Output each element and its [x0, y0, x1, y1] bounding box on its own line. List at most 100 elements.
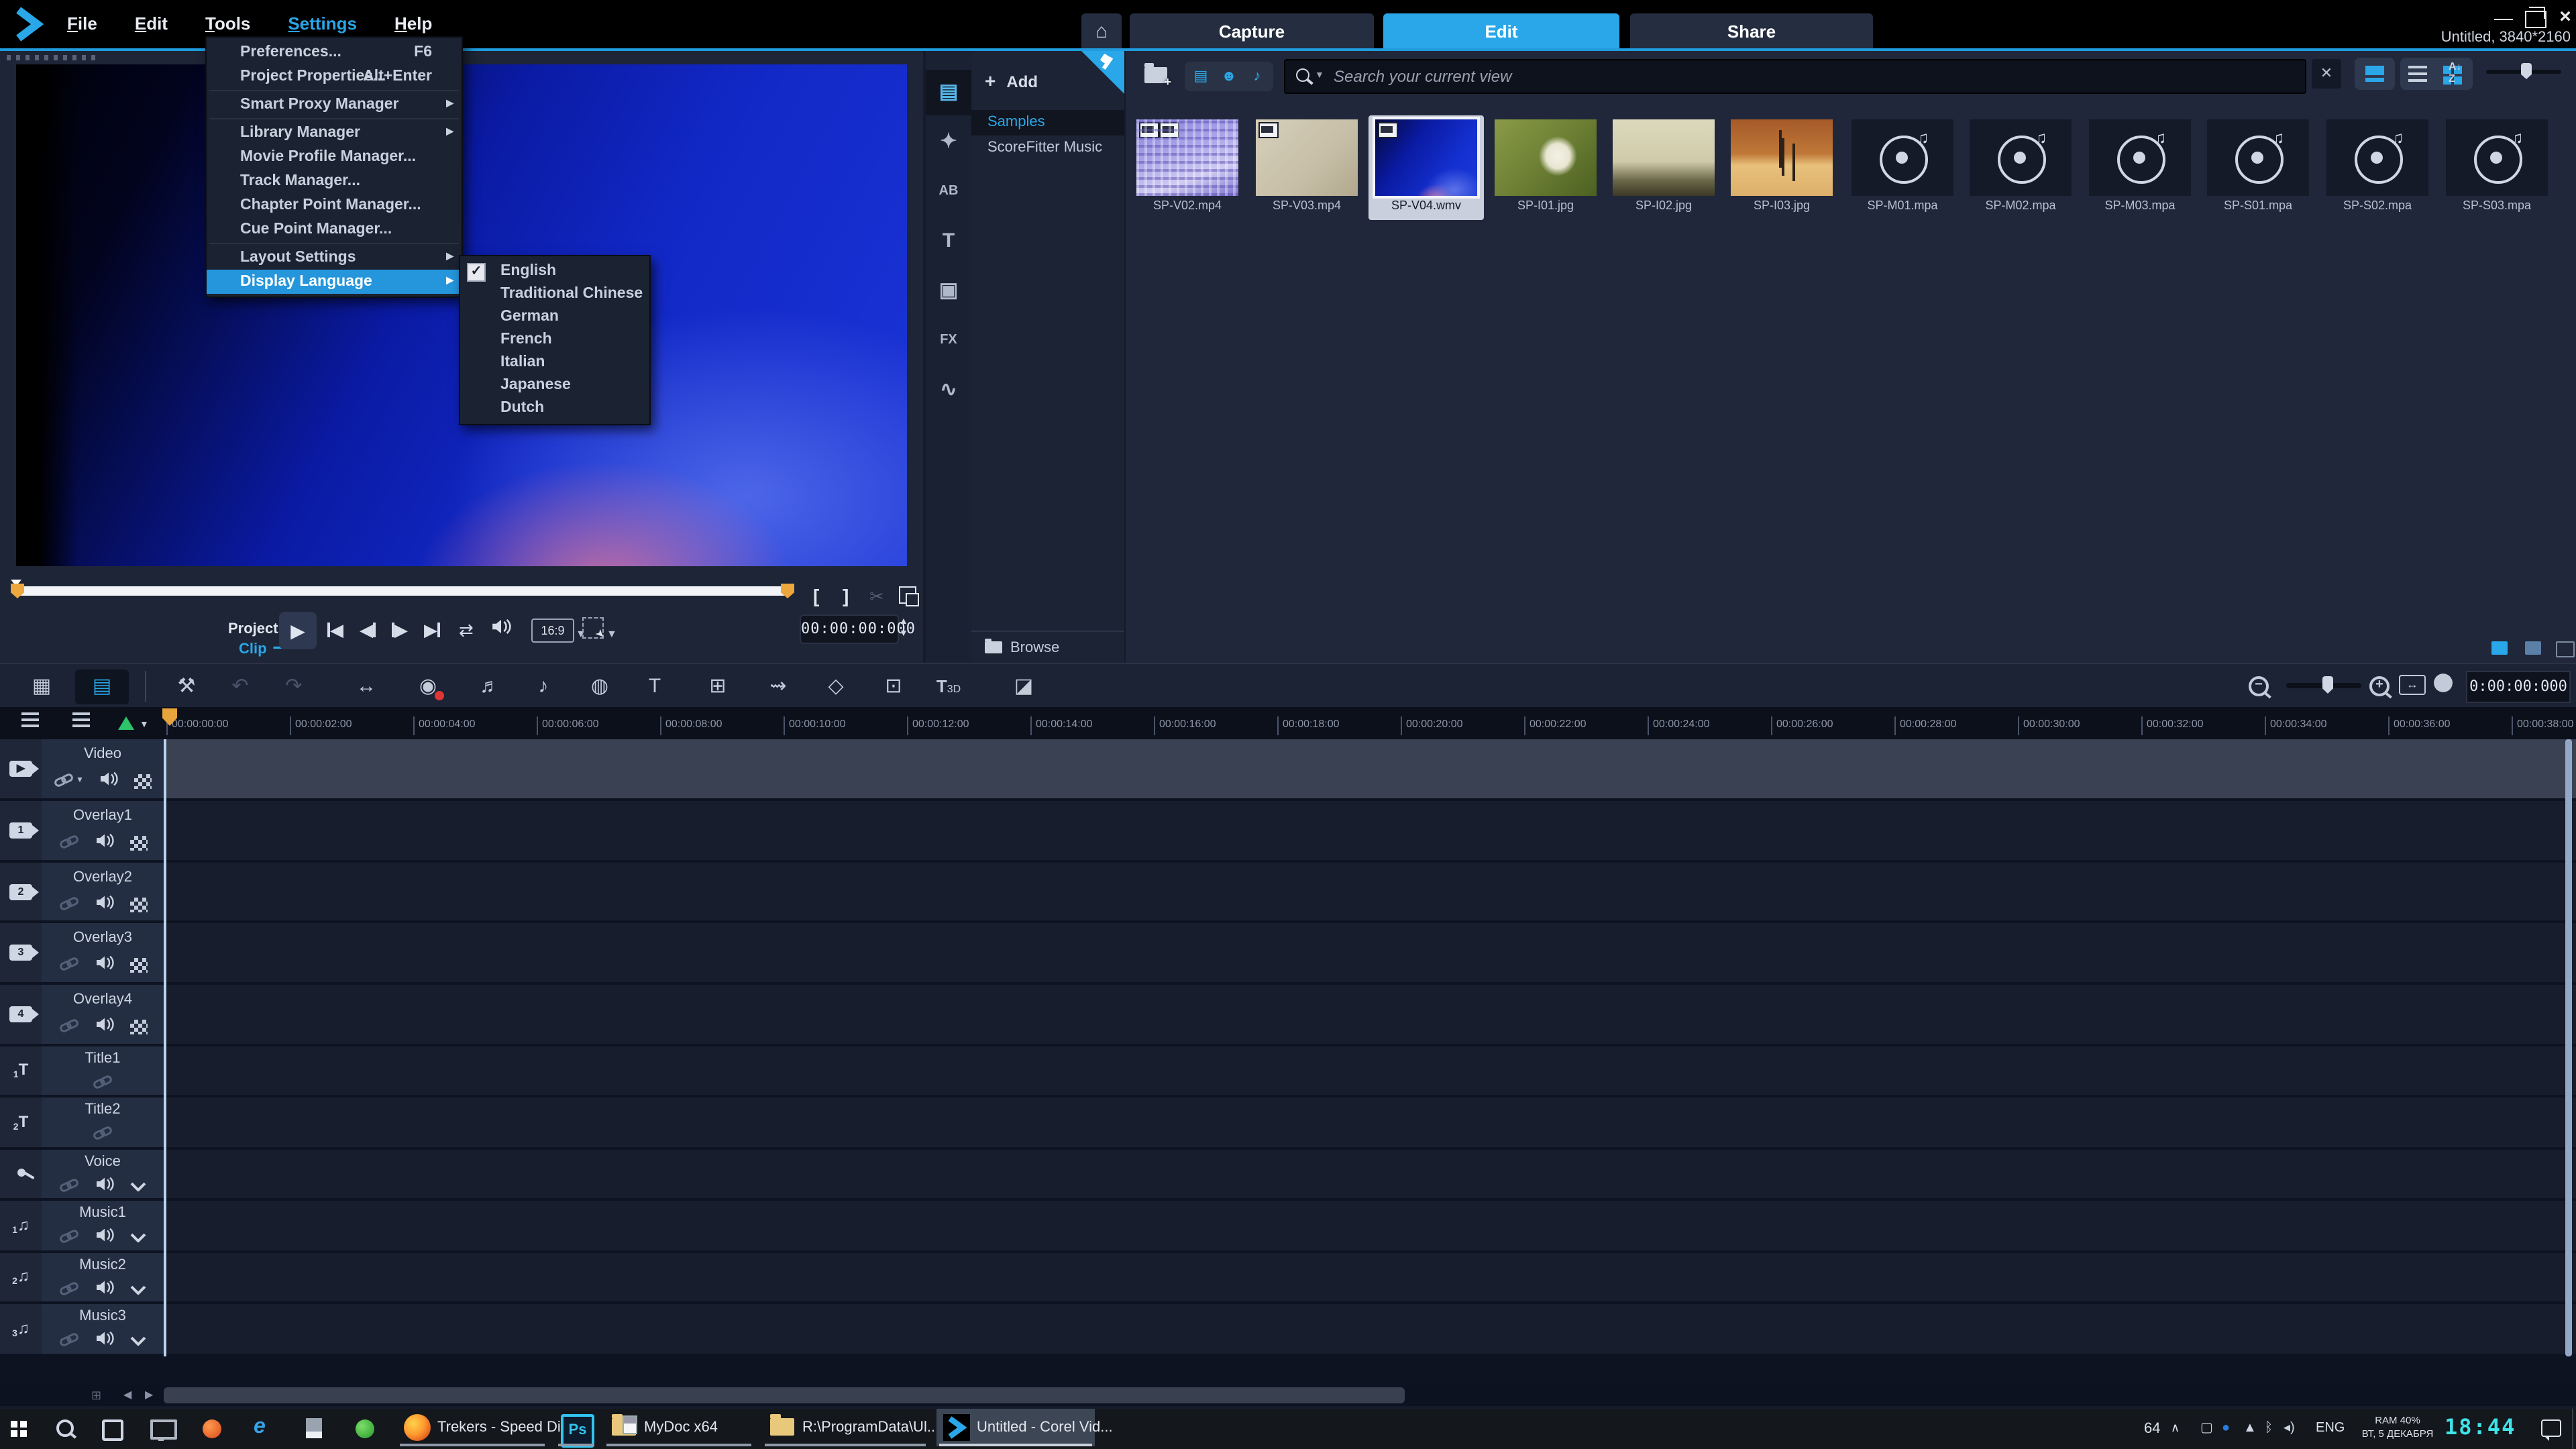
- customize-toolbar-button[interactable]: ◪: [1006, 669, 1041, 704]
- category-samples[interactable]: Samples: [971, 110, 1124, 136]
- search-caret-icon[interactable]: ▼: [1315, 71, 1324, 80]
- track-header[interactable]: Music3: [42, 1304, 164, 1354]
- mask-creator-button[interactable]: ◇: [818, 669, 853, 704]
- orange-app[interactable]: [192, 1409, 232, 1446]
- transparency-icon[interactable]: [129, 1019, 147, 1034]
- menubar-item-file[interactable]: File: [48, 0, 116, 48]
- taskbar-window-r-programdata-ul[interactable]: R:\ProgramData\Ul...: [762, 1409, 928, 1446]
- library-item[interactable]: SP-I02.jpg: [1606, 115, 1721, 220]
- add-remove-track-icon[interactable]: [72, 712, 90, 727]
- zoom-out-button[interactable]: −: [2249, 676, 2269, 696]
- pan-zoom-button[interactable]: ⊡: [876, 669, 911, 704]
- library-item[interactable]: ♫SP-M02.mpa: [1963, 115, 2078, 220]
- restore-button[interactable]: [2525, 11, 2546, 28]
- fit-project-button[interactable]: ↔: [2399, 675, 2426, 695]
- close-button[interactable]: ×: [2555, 7, 2576, 28]
- link-icon[interactable]: [58, 953, 78, 977]
- track-lane[interactable]: [164, 739, 2576, 798]
- category-scorefitter-music[interactable]: ScoreFitter Music: [971, 136, 1124, 161]
- browse-button[interactable]: Browse: [971, 631, 1124, 664]
- go-to-end-button[interactable]: ▶: [424, 620, 440, 641]
- add-folder-button[interactable]: +Add: [985, 70, 1038, 91]
- language-item-french[interactable]: French: [460, 329, 649, 352]
- language-item-traditional-chinese[interactable]: Traditional Chinese: [460, 283, 649, 306]
- minimize-button[interactable]: —: [2490, 11, 2517, 30]
- multicam-editor-button[interactable]: ◍: [582, 669, 617, 704]
- language-item-italian[interactable]: Italian: [460, 352, 649, 374]
- track-type-cell[interactable]: 4: [0, 985, 43, 1044]
- link-icon[interactable]: [59, 1174, 79, 1198]
- tray-icon-5[interactable]: ◂): [2284, 1421, 2295, 1436]
- tray-clock[interactable]: 18:44: [2445, 1414, 2516, 1440]
- link-icon[interactable]: [93, 1122, 113, 1146]
- menu-item-track-manager[interactable]: Track Manager...: [207, 169, 462, 193]
- tray-icon-2[interactable]: ●: [2222, 1421, 2230, 1436]
- next-frame-button[interactable]: ▶: [392, 620, 408, 641]
- sidebar-transitions-icon[interactable]: AB: [926, 169, 971, 215]
- library-item[interactable]: ♫SP-S01.mpa: [2200, 115, 2316, 220]
- mute-track-icon[interactable]: [95, 1174, 114, 1198]
- slider-thumb[interactable]: [2322, 676, 2333, 694]
- monitor-app[interactable]: [141, 1409, 181, 1446]
- filter-photos-toggle[interactable]: ☻: [1216, 66, 1242, 87]
- toolbox-button[interactable]: ⚒: [169, 669, 204, 704]
- track-header[interactable]: Video▼: [42, 739, 164, 798]
- track-type-cell[interactable]: 1T: [0, 1046, 43, 1095]
- taskbar-window-photoshop[interactable]: Ps: [555, 1409, 596, 1446]
- search-input[interactable]: [1331, 60, 2141, 93]
- task-view-button[interactable]: [91, 1409, 131, 1446]
- library-item[interactable]: ♫SP-S03.mpa: [2439, 115, 2555, 220]
- track-lane[interactable]: [164, 1046, 2576, 1095]
- enlarge-caret-icon[interactable]: ▼: [606, 628, 617, 640]
- track-header[interactable]: Overlay4: [42, 985, 164, 1044]
- taskbar-window-untitled-corel-vid[interactable]: Untitled - Corel Vid...: [936, 1409, 1095, 1446]
- sort-button[interactable]: A↓Z: [2449, 60, 2470, 85]
- ripple-caret-icon[interactable]: ▼: [140, 720, 149, 730]
- mute-track-icon[interactable]: [95, 1225, 114, 1249]
- track-lane[interactable]: [164, 1201, 2576, 1250]
- track-type-cell[interactable]: 3♫: [0, 1304, 43, 1354]
- language-item-dutch[interactable]: Dutch: [460, 397, 649, 420]
- menu-item-smart-proxy-manager[interactable]: Smart Proxy Manager▶: [207, 93, 462, 117]
- scroll-left-button[interactable]: ◀: [123, 1389, 131, 1401]
- panel-drag-handle[interactable]: [7, 55, 101, 60]
- mute-track-icon[interactable]: [95, 892, 113, 916]
- track-lane[interactable]: [164, 923, 2576, 982]
- horizontal-scrollbar[interactable]: ⊞ ◀ ▶: [0, 1385, 2576, 1406]
- link-icon[interactable]: [59, 1277, 79, 1301]
- preview-timecode[interactable]: 00:00:00:000: [800, 614, 899, 644]
- timeline-view-button[interactable]: ▤: [75, 669, 129, 704]
- timeline-zoom-slider[interactable]: [2286, 683, 2361, 688]
- library-item[interactable]: ♫SP-M01.mpa: [1845, 115, 1960, 220]
- sidebar-media-icon[interactable]: ▤: [926, 70, 971, 115]
- repeat-button[interactable]: ⇄: [459, 620, 474, 641]
- aspect-ratio-dropdown[interactable]: 16:9: [531, 619, 574, 643]
- timeline-ruler[interactable]: ▼ 00:00:00:0000:00:02:0000:00:04:0000:00…: [0, 707, 2576, 739]
- language-item-german[interactable]: German: [460, 306, 649, 329]
- green-app[interactable]: [345, 1409, 385, 1446]
- tray-date[interactable]: RAM 40%ВТ, 5 ДЕКАБРЯ: [2356, 1414, 2439, 1441]
- screen-capture-button[interactable]: ◉: [411, 669, 445, 704]
- volume-button[interactable]: [491, 619, 511, 640]
- mute-track-icon[interactable]: [95, 1328, 114, 1352]
- library-item[interactable]: SP-I01.jpg: [1488, 115, 1603, 220]
- track-manager-icon[interactable]: [21, 712, 39, 727]
- split-screen-template-button[interactable]: ⊞: [700, 669, 735, 704]
- filter-videos-toggle[interactable]: ▤: [1187, 66, 1214, 87]
- panel-layout-toggle[interactable]: [2556, 641, 2575, 657]
- library-item[interactable]: SP-V03.mp4: [1249, 115, 1364, 220]
- 3d-title-editor-button[interactable]: T3D: [931, 669, 966, 704]
- track-lane[interactable]: [164, 1150, 2576, 1198]
- track-type-cell[interactable]: 2: [0, 863, 43, 920]
- trim-end-handle[interactable]: [781, 584, 794, 598]
- library-item[interactable]: ♫SP-M03.mpa: [2082, 115, 2198, 220]
- track-header[interactable]: Overlay3: [42, 923, 164, 982]
- snapshot-button[interactable]: [899, 586, 916, 604]
- scrollbar-thumb[interactable]: [164, 1387, 1405, 1403]
- tray-icon-1[interactable]: ▢: [2200, 1421, 2213, 1436]
- enlarge-preview-button[interactable]: [582, 617, 604, 639]
- show-options-panel-toggle[interactable]: [2525, 641, 2541, 655]
- ripple-editing-icon[interactable]: [118, 716, 134, 730]
- motion-tracking-button[interactable]: ⇝: [761, 669, 796, 704]
- sidebar-titles-icon[interactable]: T: [926, 219, 971, 264]
